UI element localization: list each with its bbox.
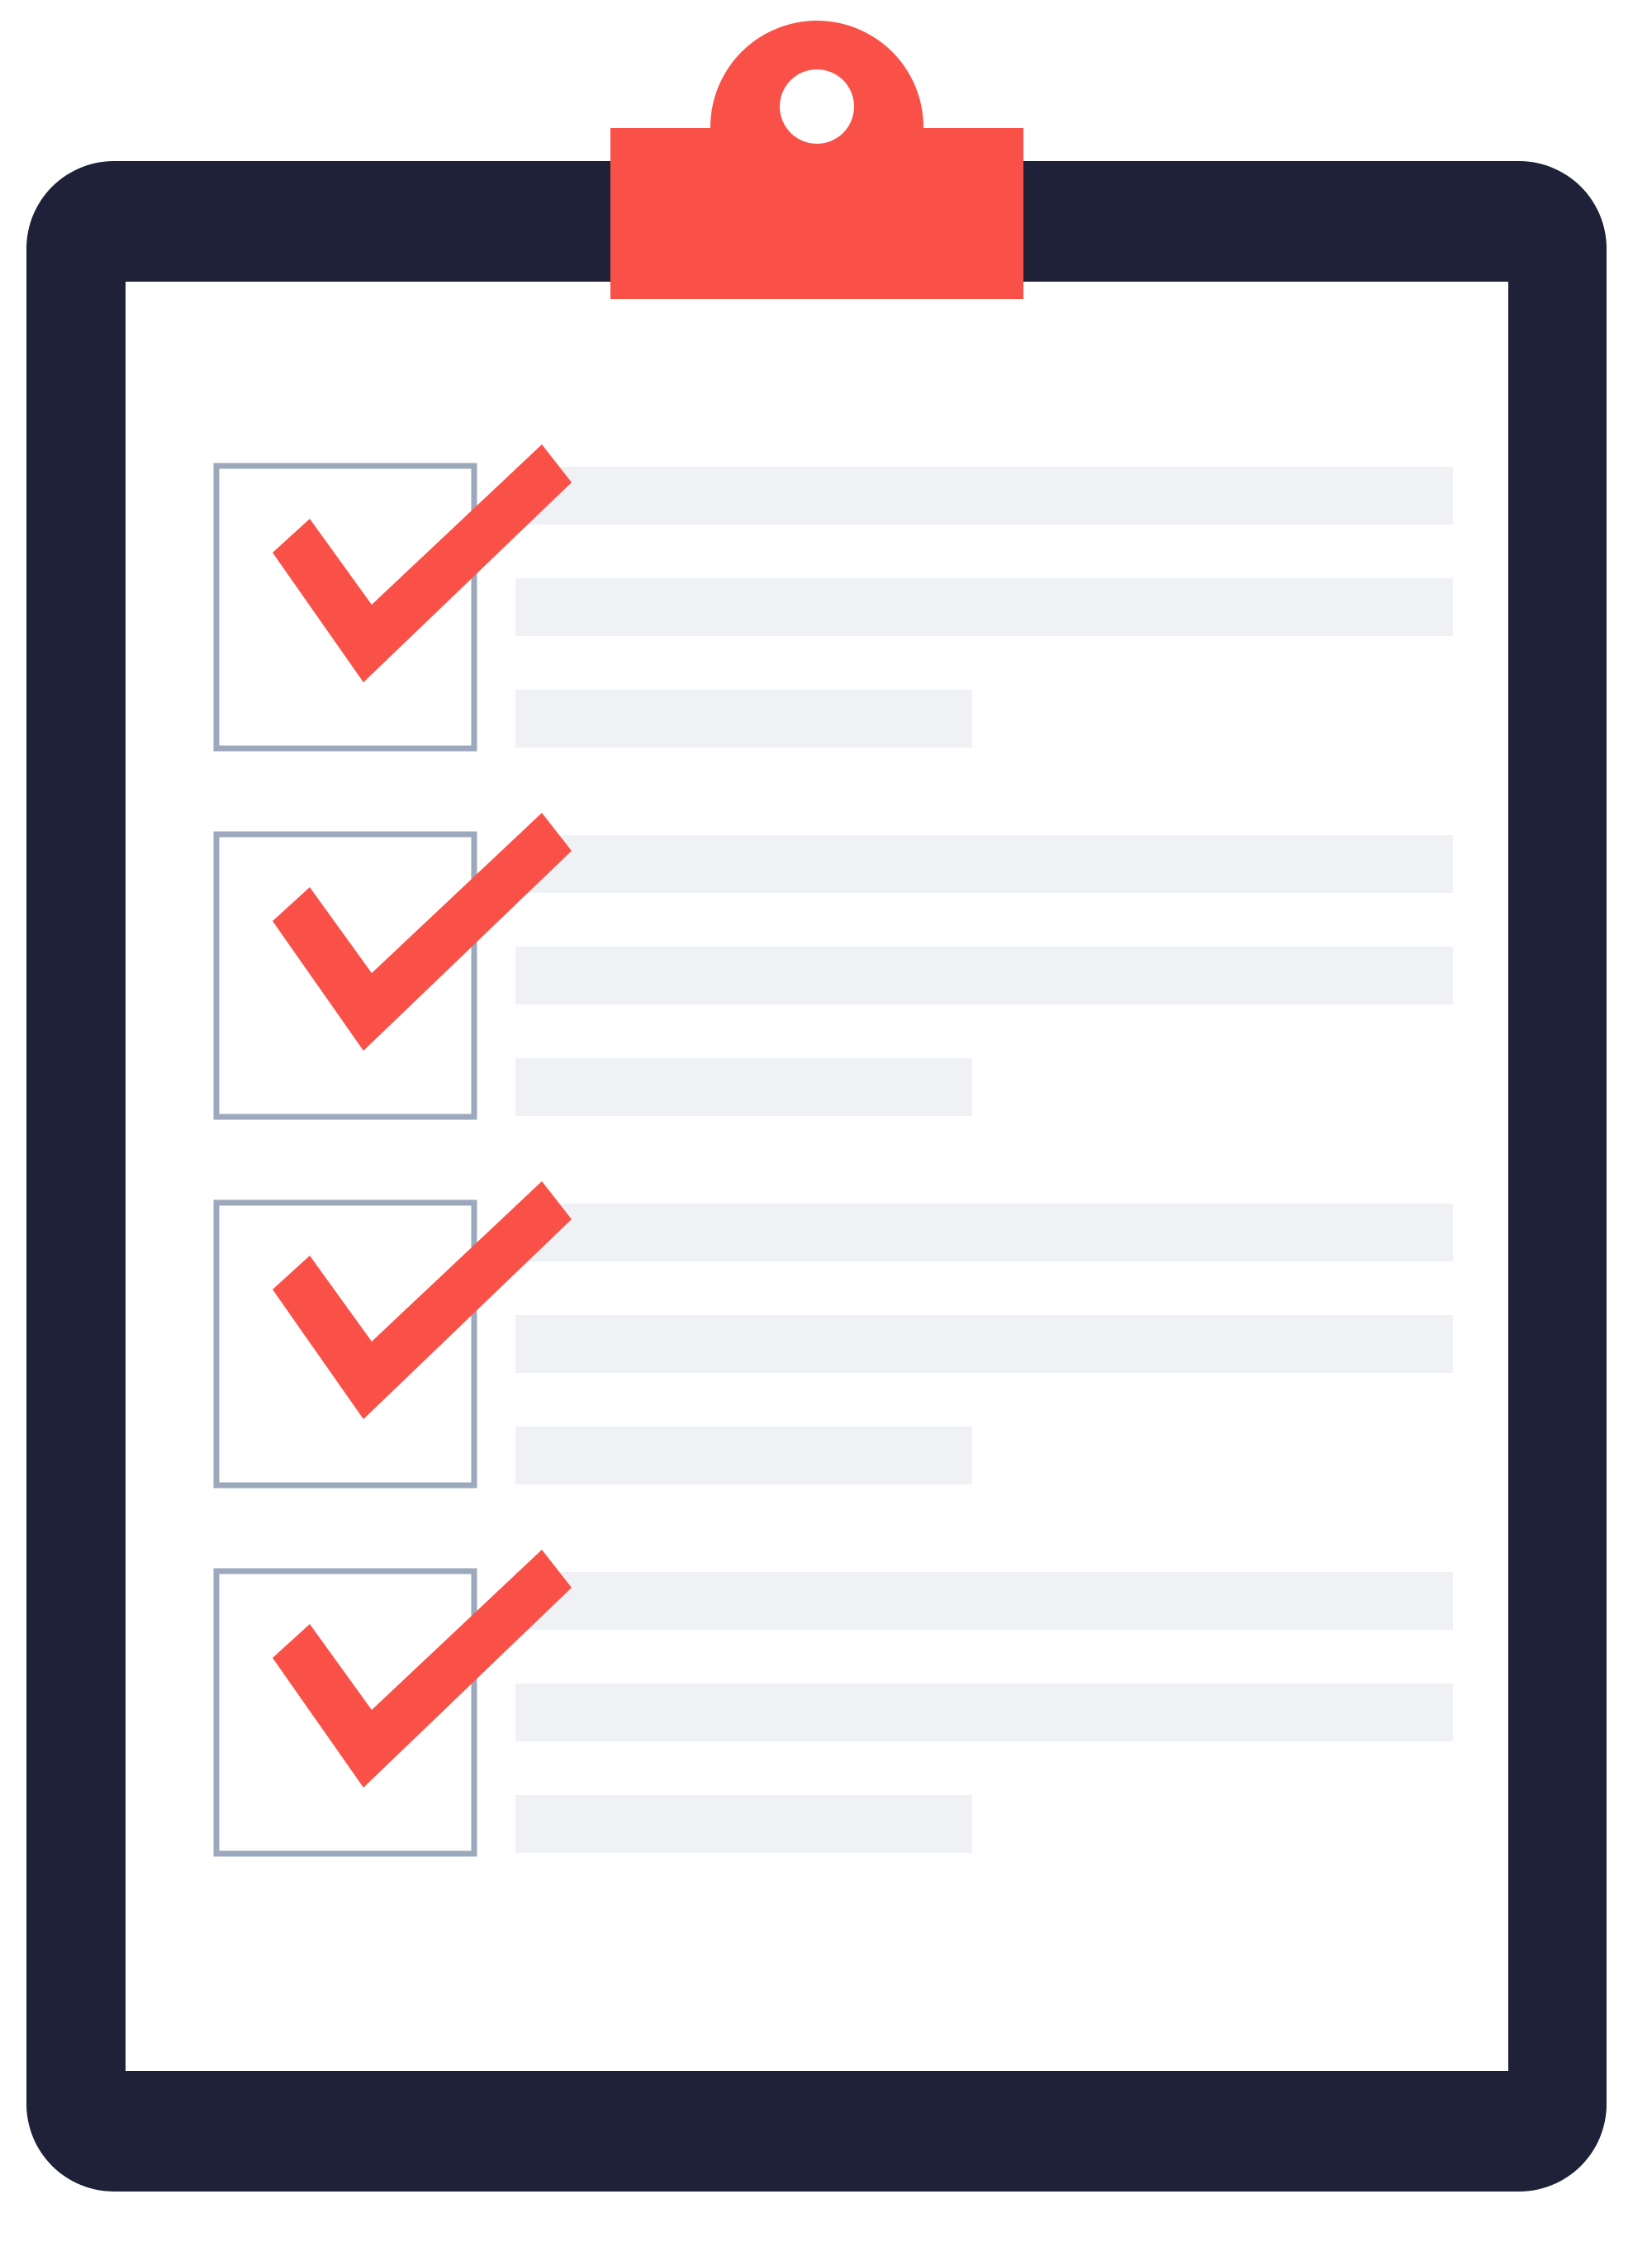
text-placeholder-line bbox=[515, 1204, 1453, 1261]
clip-body bbox=[610, 128, 1023, 299]
text-placeholder-line bbox=[515, 1795, 972, 1853]
text-placeholder-line bbox=[515, 1572, 1453, 1630]
clip-hole bbox=[780, 69, 854, 144]
text-placeholder-line bbox=[515, 467, 1453, 525]
text-placeholder-line bbox=[515, 835, 1453, 893]
clipboard-clip-icon bbox=[610, 21, 1023, 299]
text-placeholder-line bbox=[515, 690, 972, 748]
text-placeholder-line bbox=[515, 1427, 972, 1484]
text-placeholder-line bbox=[515, 1315, 1453, 1373]
text-placeholder-line bbox=[515, 578, 1453, 636]
text-placeholder-line bbox=[515, 947, 1453, 1004]
text-placeholder-line bbox=[515, 1058, 972, 1116]
clipboard-illustration bbox=[26, 21, 1607, 2192]
text-placeholder-line bbox=[515, 1684, 1453, 1741]
